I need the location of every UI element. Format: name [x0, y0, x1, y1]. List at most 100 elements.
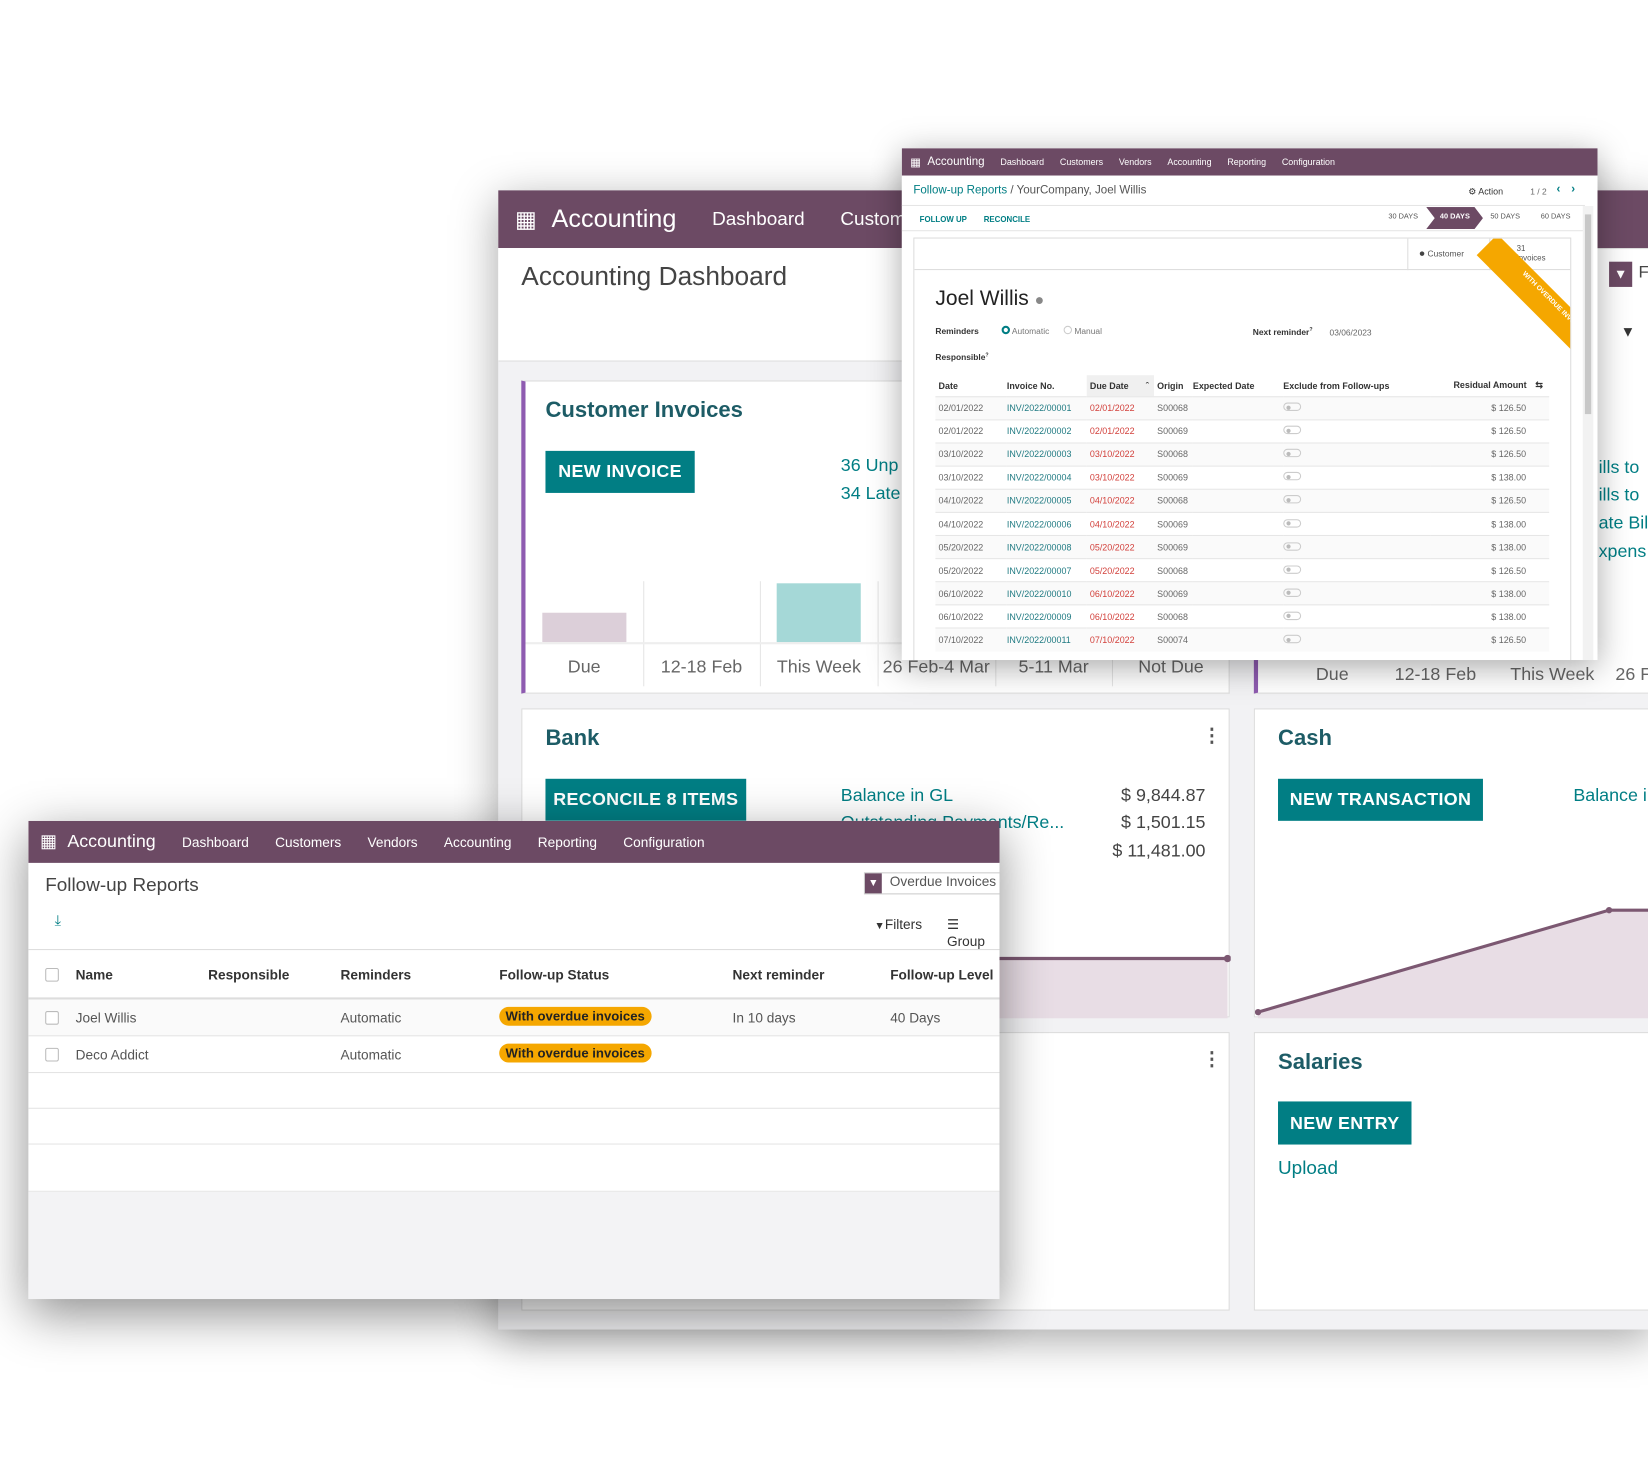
nav-accounting[interactable]: Accounting	[1167, 157, 1211, 168]
col-origin[interactable]: Origin	[1154, 375, 1193, 396]
invoice-cell[interactable]: INV/2022/00009	[1006, 604, 1087, 629]
col-expected[interactable]: Expected Date	[1193, 375, 1283, 396]
expected-date-cell[interactable]	[1192, 535, 1284, 559]
invoice-cell[interactable]: INV/2022/00011	[1006, 627, 1087, 652]
table-row[interactable]: 05/20/2022 INV/2022/00007 05/20/2022 S00…	[935, 558, 1550, 582]
follow-up-button[interactable]: FOLLOW UP	[920, 214, 967, 223]
nav-customers[interactable]: Customers	[1060, 157, 1103, 168]
col-status[interactable]: Follow-up Status	[499, 967, 609, 983]
table-row[interactable]: 03/10/2022 INV/2022/00003 03/10/2022 S00…	[935, 442, 1550, 466]
col-residual[interactable]: Residual Amount ⇆	[1430, 375, 1549, 396]
pager-prev-icon[interactable]: ‹	[1557, 183, 1561, 196]
exclude-toggle[interactable]	[1283, 565, 1302, 574]
new-transaction-button[interactable]: NEW TRANSACTION	[1278, 778, 1483, 821]
invoice-cell[interactable]: INV/2022/00004	[1006, 465, 1087, 490]
download-icon[interactable]: ⤓	[55, 911, 62, 929]
exclude-toggle[interactable]	[1283, 495, 1302, 504]
exclude-cell[interactable]	[1283, 442, 1431, 466]
nav-accounting[interactable]: Accounting	[444, 834, 512, 850]
chart-bar[interactable]	[777, 583, 861, 643]
expected-date-cell[interactable]	[1192, 627, 1284, 652]
pager-next-icon[interactable]: ›	[1571, 183, 1575, 196]
filter-icon-small[interactable]: ▼	[1621, 323, 1636, 340]
exclude-cell[interactable]	[1283, 535, 1431, 559]
cash-balance-graph[interactable]	[1254, 899, 1648, 1019]
nav-reporting[interactable]: Reporting	[538, 834, 597, 850]
expected-date-cell[interactable]	[1192, 418, 1284, 443]
nav-dashboard[interactable]: Dashboard	[182, 834, 249, 850]
table-row[interactable]: 05/20/2022 INV/2022/00008 05/20/2022 S00…	[935, 535, 1550, 559]
filter-label[interactable]: F	[1639, 264, 1648, 283]
expected-date-cell[interactable]	[1192, 488, 1284, 513]
table-row[interactable]: 06/10/2022 INV/2022/00010 06/10/2022 S00…	[935, 581, 1550, 606]
expected-date-cell[interactable]	[1192, 558, 1284, 582]
exclude-cell[interactable]	[1283, 395, 1431, 420]
bills-line[interactable]: ills to	[1599, 457, 1640, 478]
exclude-cell[interactable]	[1283, 418, 1431, 443]
upload-link[interactable]: Upload	[1278, 1157, 1338, 1179]
exclude-cell[interactable]	[1283, 488, 1431, 513]
reconcile-button[interactable]: RECONCILE 8 ITEMS	[545, 778, 747, 821]
apps-menu-icon[interactable]: ▦	[515, 205, 537, 232]
scrollbar[interactable]	[1582, 205, 1594, 661]
exclude-cell[interactable]	[1283, 558, 1431, 582]
card-title[interactable]: Customer Invoices	[545, 398, 742, 423]
radio-automatic[interactable]: Automatic	[1001, 325, 1049, 336]
app-name[interactable]: Accounting	[552, 204, 677, 233]
invoice-cell[interactable]: INV/2022/00010	[1006, 581, 1087, 606]
exclude-cell[interactable]	[1283, 581, 1431, 606]
table-row[interactable]: 04/10/2022 INV/2022/00006 04/10/2022 S00…	[935, 511, 1550, 536]
row-checkbox[interactable]	[45, 1047, 59, 1062]
expected-date-cell[interactable]	[1192, 465, 1284, 490]
invoice-cell[interactable]: INV/2022/00003	[1006, 442, 1087, 466]
search-facet[interactable]: ▼ Overdue Invoices	[863, 872, 1000, 895]
col-level[interactable]: Follow-up Level	[890, 967, 993, 983]
table-row[interactable]: 03/10/2022 INV/2022/00004 03/10/2022 S00…	[935, 465, 1550, 490]
invoice-cell[interactable]: INV/2022/00005	[1006, 488, 1087, 513]
exclude-toggle[interactable]	[1283, 588, 1302, 597]
invoice-cell[interactable]: INV/2022/00008	[1006, 535, 1087, 559]
expected-date-cell[interactable]	[1192, 581, 1284, 606]
apps-menu-icon[interactable]: ▦	[910, 155, 921, 169]
breadcrumb-parent[interactable]: Follow-up Reports	[913, 184, 1007, 197]
exclude-cell[interactable]	[1283, 627, 1431, 652]
nav-vendors[interactable]: Vendors	[367, 834, 417, 850]
table-row[interactable]: 02/01/2022 INV/2022/00002 02/01/2022 S00…	[935, 418, 1550, 443]
table-row[interactable]: 04/10/2022 INV/2022/00005 04/10/2022 S00…	[935, 488, 1550, 513]
balance-gl-label[interactable]: Balance in GL	[841, 785, 953, 806]
invoice-cell[interactable]: INV/2022/00001	[1006, 395, 1087, 420]
exclude-toggle[interactable]	[1283, 472, 1302, 481]
group-by-button[interactable]: ☰ Group	[947, 916, 1000, 949]
balance-label[interactable]: Balance i	[1573, 785, 1647, 806]
nav-dashboard[interactable]: Dashboard	[1000, 157, 1044, 168]
table-row[interactable]: 06/10/2022 INV/2022/00009 06/10/2022 S00…	[935, 604, 1550, 629]
filters-button[interactable]: ▼Filters	[874, 916, 922, 932]
exclude-toggle[interactable]	[1283, 402, 1302, 411]
unpaid-link[interactable]: 36 Unp	[841, 455, 899, 476]
invoice-cell[interactable]: INV/2022/00006	[1006, 511, 1087, 536]
col-name[interactable]: Name	[76, 967, 113, 983]
col-invoice[interactable]: Invoice No.	[1007, 375, 1087, 396]
exclude-cell[interactable]	[1283, 465, 1431, 490]
col-responsible[interactable]: Responsible	[208, 967, 289, 983]
stage-50-days[interactable]: 50 DAYS	[1490, 213, 1520, 220]
more-options-icon[interactable]: ⋮	[1202, 726, 1221, 745]
app-name[interactable]: Accounting	[927, 156, 984, 169]
exclude-toggle[interactable]	[1283, 518, 1302, 528]
exclude-toggle[interactable]	[1283, 635, 1302, 644]
card-title[interactable]: Salaries	[1278, 1050, 1363, 1075]
col-exclude[interactable]: Exclude from Follow-ups	[1283, 375, 1430, 396]
expected-date-cell[interactable]	[1192, 442, 1284, 466]
invoice-cell[interactable]: INV/2022/00002	[1006, 418, 1087, 443]
col-date[interactable]: Date	[935, 375, 1006, 396]
expected-date-cell[interactable]	[1192, 604, 1284, 629]
select-all-checkbox[interactable]	[45, 967, 59, 982]
col-reminders[interactable]: Reminders	[341, 967, 412, 983]
nav-customers[interactable]: Customers	[275, 834, 341, 850]
card-title[interactable]: Bank	[545, 726, 599, 751]
exclude-cell[interactable]	[1283, 511, 1431, 536]
action-menu[interactable]: ⚙ Action	[1468, 186, 1503, 198]
exclude-toggle[interactable]	[1283, 611, 1302, 620]
nav-dashboard[interactable]: Dashboard	[712, 208, 805, 230]
new-invoice-button[interactable]: NEW INVOICE	[545, 450, 695, 493]
